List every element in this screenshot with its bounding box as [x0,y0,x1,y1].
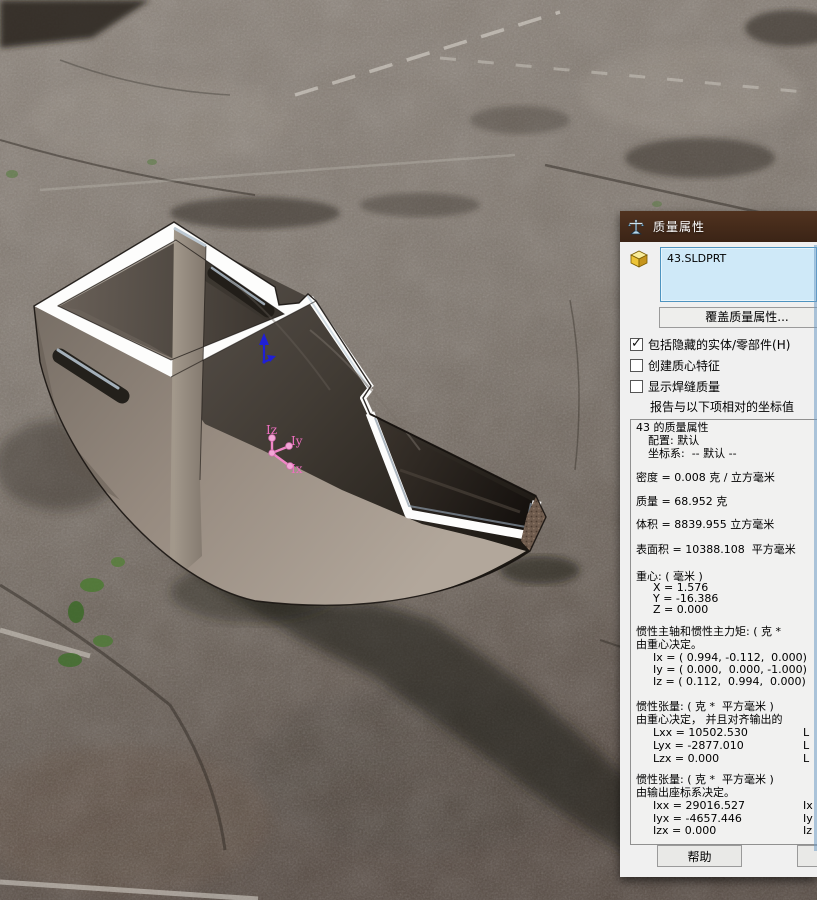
report-line: Iz = ( 0.112, 0.994, 0.000) [653,676,806,688]
report-line-col2-fragment: L [803,727,809,739]
report-line-col2-fragment: L [803,740,809,752]
part-icon [629,249,649,269]
report-line-col2-fragment: Iz [803,825,812,837]
file-list[interactable]: 43.SLDPRT [660,247,817,302]
checkbox-label: 包括隐藏的实体/零部件(H) [648,336,790,353]
report-line: 质量 = 68.952 克 [636,496,727,508]
report-text-area[interactable]: 43 的质量属性配置: 默认坐标系: -- 默认 -- 密度 = 0.008 克 … [630,419,817,845]
report-line: Lyx = -2877.010 [653,740,744,752]
report-line: 惯性张量: ( 克 * 平方毫米 ) [636,701,774,713]
checkbox-row-0[interactable]: ✓ 包括隐藏的实体/零部件(H) [630,337,790,352]
dialog-title: 质量属性 [653,218,705,235]
report-line: 惯性张量: ( 克 * 平方毫米 ) [636,774,774,786]
axis-label-iz: Iz [266,423,277,437]
dialog-titlebar[interactable]: 质量属性 [620,211,817,242]
report-line: 坐标系: -- 默认 -- [648,448,737,460]
checkbox-row-1[interactable]: 创建质心特征 [630,358,720,373]
report-line: 表面积 = 10388.108 平方毫米 [636,544,796,556]
report-line-col2-fragment: L [803,753,809,765]
report-line: 由重心决定。 [636,639,702,651]
checkbox-label: 创建质心特征 [648,357,720,374]
report-line: Lxx = 10502.530 [653,727,748,739]
section-strip [170,228,206,570]
screenshot-stage: Iz Iy Ix 质量属性 43.SLDPRT 覆盖质量属性... ✓ 包括隐藏的… [0,0,817,900]
check-mark-icon: ✓ [631,336,642,351]
checkbox-box[interactable] [630,380,643,393]
checkbox-label: 显示焊缝质量 [648,378,720,395]
checkbox-row-2[interactable]: 显示焊缝质量 [630,379,720,394]
report-line: Izx = 0.000 [653,825,716,837]
report-line: Z = 0.000 [653,604,708,616]
help-button[interactable]: 帮助 [657,845,742,867]
axis-label-ix: Ix [291,462,303,476]
coordinate-values-label: 报告与以下项相对的坐标值 [650,398,794,415]
report-line: 43 的质量属性 [636,422,709,434]
override-mass-properties-button[interactable]: 覆盖质量属性... [659,307,817,328]
report-line: Lzx = 0.000 [653,753,719,765]
file-list-item[interactable]: 43.SLDPRT [667,252,726,265]
report-line: 由重心决定， 并且对齐输出的 [636,714,783,726]
report-line: 密度 = 0.008 克 / 立方毫米 [636,472,775,484]
report-line-col2-fragment: Ix [803,800,813,812]
report-line: 惯性主轴和惯性主力矩: ( 克 * [636,626,781,638]
checkbox-box[interactable] [630,359,643,372]
report-line: 配置: 默认 [648,435,699,447]
report-line: 体积 = 8839.955 立方毫米 [636,519,774,531]
checkbox-box[interactable]: ✓ [630,338,643,351]
mass-properties-dialog: 质量属性 43.SLDPRT 覆盖质量属性... ✓ 包括隐藏的实体/零部件(H)… [620,211,817,877]
axis-label-iy: Iy [291,434,303,448]
mass-properties-icon [627,218,645,236]
report-line: Ixx = 29016.527 [653,800,745,812]
report-line: 由输出座标系决定。 [636,787,735,799]
